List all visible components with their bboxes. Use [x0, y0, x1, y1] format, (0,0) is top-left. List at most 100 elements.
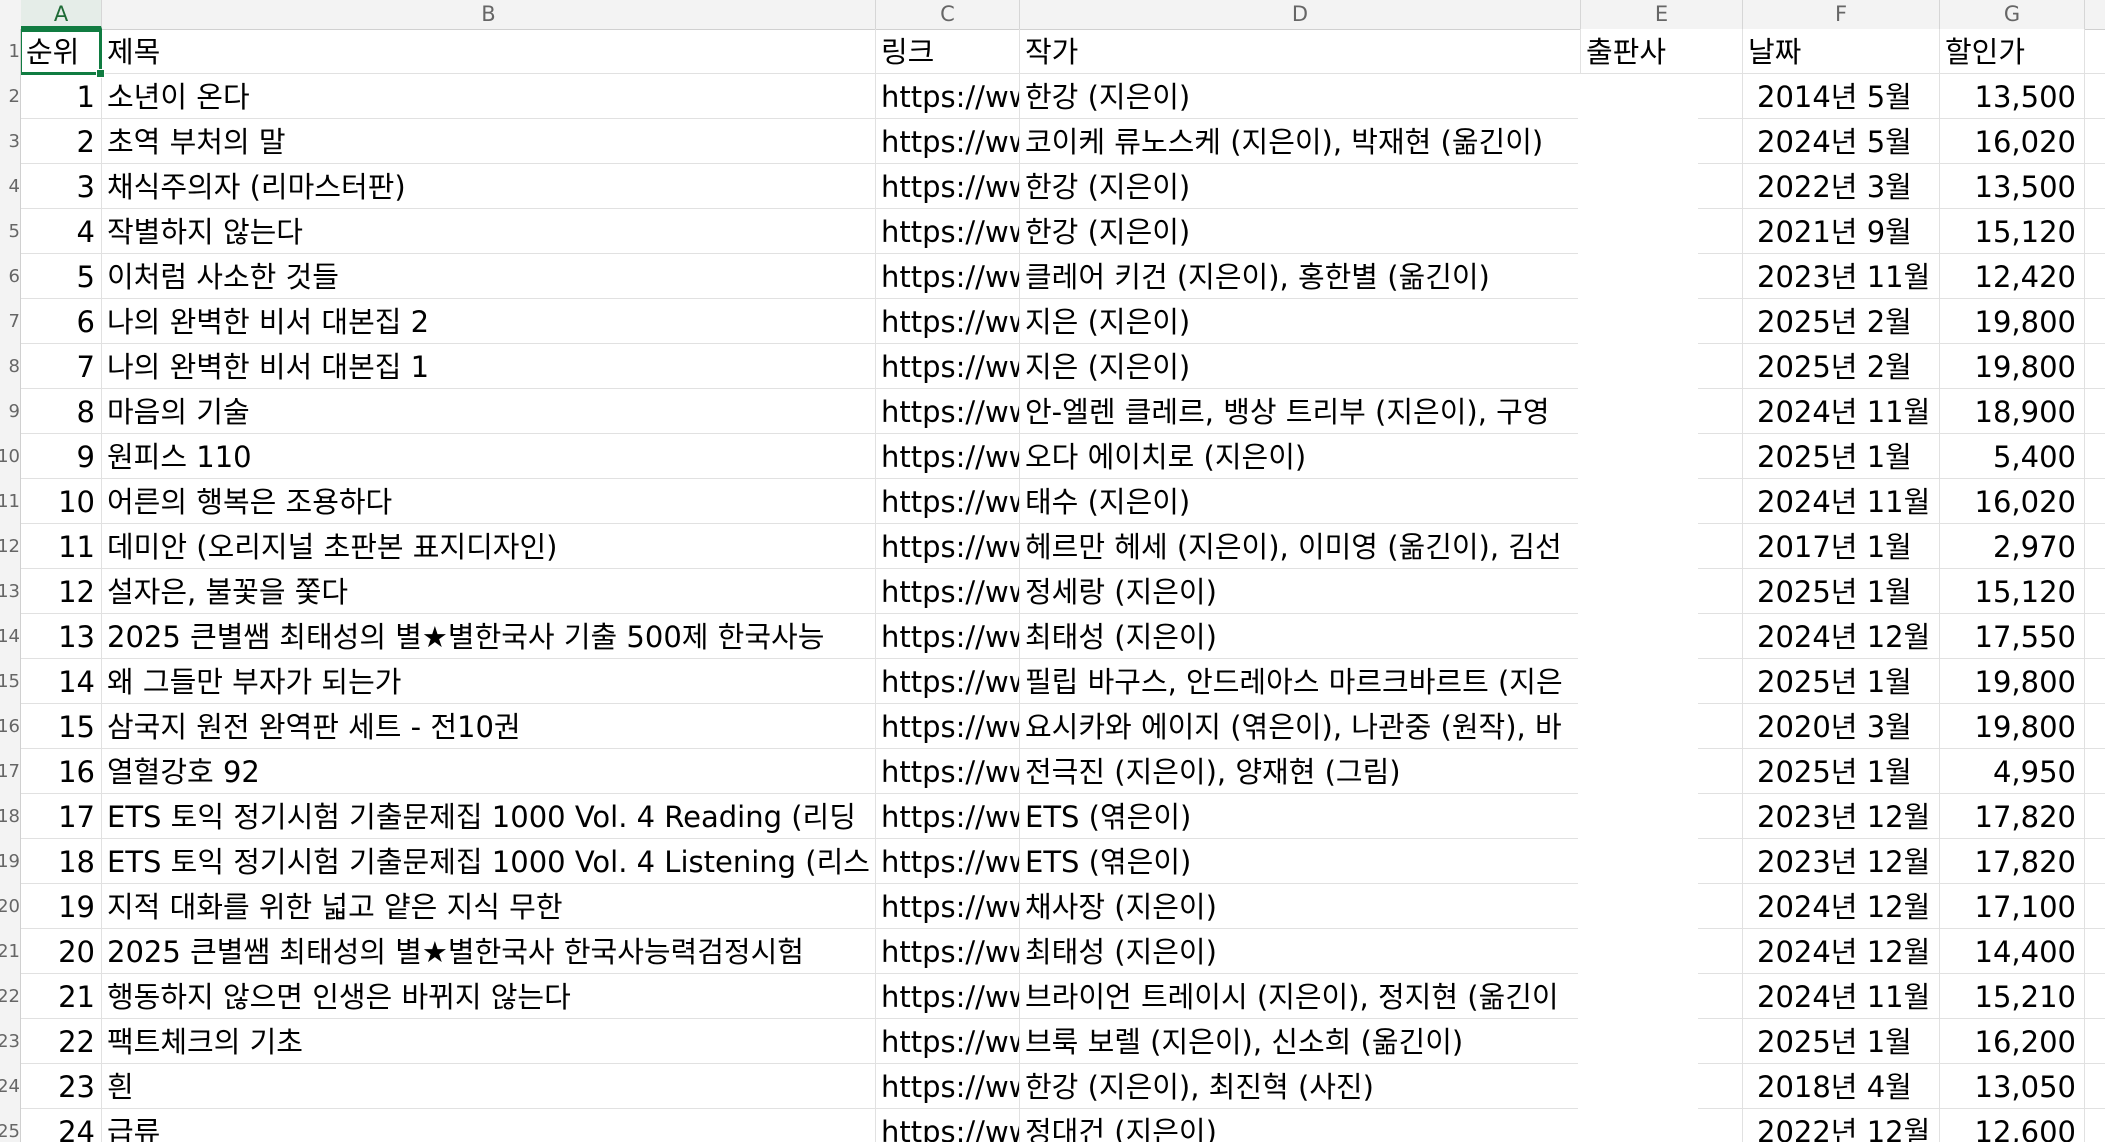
cell-empty[interactable]: [2085, 299, 2105, 343]
cell-date[interactable]: 2025년 2월: [1743, 344, 1940, 388]
cell-link[interactable]: https://ww: [876, 524, 1020, 568]
column-header-c[interactable]: C: [876, 0, 1020, 29]
column-header-e[interactable]: E: [1581, 0, 1743, 29]
cell-author[interactable]: 정대건 (지은이): [1020, 1109, 1581, 1142]
cell-rank[interactable]: 8: [21, 389, 102, 433]
row-number[interactable]: 10: [0, 446, 20, 467]
cell-date[interactable]: 2024년 12월: [1743, 614, 1940, 658]
cell-link[interactable]: https://ww: [876, 209, 1020, 253]
cell-author[interactable]: 코이케 류노스케 (지은이), 박재현 (옮긴이): [1020, 119, 1581, 163]
cell-empty[interactable]: [2085, 434, 2105, 478]
cell-date[interactable]: 2022년 12월: [1743, 1109, 1940, 1142]
cell-link[interactable]: https://ww: [876, 1019, 1020, 1063]
cell-rank[interactable]: 18: [21, 839, 102, 883]
cell-price[interactable]: 15,120: [1940, 209, 2085, 253]
cell-price[interactable]: 17,550: [1940, 614, 2085, 658]
cell-author[interactable]: 한강 (지은이): [1020, 209, 1581, 253]
cell-date[interactable]: 2017년 1월: [1743, 524, 1940, 568]
cell-link[interactable]: https://ww: [876, 974, 1020, 1018]
cell-title[interactable]: 설자은, 불꽃을 쫓다: [102, 569, 876, 613]
cell-empty[interactable]: [2085, 479, 2105, 523]
cell-date[interactable]: 2023년 12월: [1743, 839, 1940, 883]
cell-empty[interactable]: [2085, 839, 2105, 883]
cell-price[interactable]: 4,950: [1940, 749, 2085, 793]
row-number[interactable]: 2: [0, 86, 20, 107]
cell-date[interactable]: 2024년 11월: [1743, 389, 1940, 433]
cell-price[interactable]: 18,900: [1940, 389, 2085, 433]
cell-date[interactable]: 2023년 12월: [1743, 794, 1940, 838]
cell-author[interactable]: 필립 바구스, 안드레아스 마르크바르트 (지은: [1020, 659, 1581, 703]
cell-link[interactable]: https://ww: [876, 119, 1020, 163]
cell-title[interactable]: 마음의 기술: [102, 389, 876, 433]
cell-price[interactable]: 14,400: [1940, 929, 2085, 973]
cell-title[interactable]: 왜 그들만 부자가 되는가: [102, 659, 876, 703]
cell-price[interactable]: 15,210: [1940, 974, 2085, 1018]
row-number[interactable]: 6: [0, 266, 20, 287]
cell-price[interactable]: 19,800: [1940, 659, 2085, 703]
cell-price[interactable]: 5,400: [1940, 434, 2085, 478]
cell-publisher-header[interactable]: 출판사: [1581, 29, 1743, 73]
cell-price[interactable]: 17,100: [1940, 884, 2085, 928]
cell-title[interactable]: ETS 토익 정기시험 기출문제집 1000 Vol. 4 Reading (리…: [102, 794, 876, 838]
cell-price[interactable]: 13,500: [1940, 164, 2085, 208]
cell-empty[interactable]: [2085, 929, 2105, 973]
cell-price[interactable]: 17,820: [1940, 839, 2085, 883]
row-number[interactable]: 23: [0, 1031, 20, 1052]
cell-rank[interactable]: 13: [21, 614, 102, 658]
cell-title[interactable]: 삼국지 원전 완역판 세트 - 전10권: [102, 704, 876, 748]
cell-rank[interactable]: 15: [21, 704, 102, 748]
cell-title[interactable]: 나의 완벽한 비서 대본집 2: [102, 299, 876, 343]
cell-author[interactable]: 최태성 (지은이): [1020, 929, 1581, 973]
cell-title[interactable]: 2025 큰별쌤 최태성의 별★별한국사 한국사능력검정시험: [102, 929, 876, 973]
cell-author[interactable]: 한강 (지은이), 최진혁 (사진): [1020, 1064, 1581, 1108]
row-number[interactable]: 18: [0, 806, 20, 827]
cell-rank[interactable]: 11: [21, 524, 102, 568]
cell-rank[interactable]: 14: [21, 659, 102, 703]
cell-link[interactable]: https://ww: [876, 1064, 1020, 1108]
row-number[interactable]: 8: [0, 356, 20, 377]
cell-date[interactable]: 2023년 11월: [1743, 254, 1940, 298]
cell-link[interactable]: https://ww: [876, 704, 1020, 748]
cell-title[interactable]: 작별하지 않는다: [102, 209, 876, 253]
cell-price[interactable]: 2,970: [1940, 524, 2085, 568]
row-number[interactable]: 1: [0, 41, 20, 62]
row-number[interactable]: 12: [0, 536, 20, 557]
cell-rank[interactable]: 10: [21, 479, 102, 523]
cell-date[interactable]: 2018년 4월: [1743, 1064, 1940, 1108]
cell-price[interactable]: 19,800: [1940, 704, 2085, 748]
cell-title[interactable]: 데미안 (오리지널 초판본 표지디자인): [102, 524, 876, 568]
cell-date[interactable]: 2024년 11월: [1743, 974, 1940, 1018]
cell-link[interactable]: https://ww: [876, 389, 1020, 433]
cell-link[interactable]: https://ww: [876, 479, 1020, 523]
cell-rank[interactable]: 21: [21, 974, 102, 1018]
cell-author[interactable]: 요시카와 에이지 (엮은이), 나관중 (원작), 바: [1020, 704, 1581, 748]
cell-rank[interactable]: 23: [21, 1064, 102, 1108]
cell-author[interactable]: 채사장 (지은이): [1020, 884, 1581, 928]
cell-date[interactable]: 2024년 5월: [1743, 119, 1940, 163]
cell-link[interactable]: https://ww: [876, 794, 1020, 838]
cell-link[interactable]: https://ww: [876, 434, 1020, 478]
cell-author[interactable]: 지은 (지은이): [1020, 344, 1581, 388]
cell-author[interactable]: 최태성 (지은이): [1020, 614, 1581, 658]
cell-rank[interactable]: 6: [21, 299, 102, 343]
cell-price[interactable]: 13,500: [1940, 74, 2085, 118]
cell-price[interactable]: 16,200: [1940, 1019, 2085, 1063]
cell-empty[interactable]: [2085, 569, 2105, 613]
row-number[interactable]: 9: [0, 401, 20, 422]
cell-author[interactable]: 브라이언 트레이시 (지은이), 정지현 (옮긴이: [1020, 974, 1581, 1018]
cell-rank[interactable]: 1: [21, 74, 102, 118]
row-number[interactable]: 3: [0, 131, 20, 152]
cell-empty[interactable]: [2085, 1109, 2105, 1142]
cell-empty[interactable]: [2085, 119, 2105, 163]
cell-price[interactable]: 12,420: [1940, 254, 2085, 298]
cell-date[interactable]: 2025년 1월: [1743, 659, 1940, 703]
cell-empty[interactable]: [2085, 524, 2105, 568]
cell-title[interactable]: ETS 토익 정기시험 기출문제집 1000 Vol. 4 Listening …: [102, 839, 876, 883]
column-header-f[interactable]: F: [1743, 0, 1940, 29]
row-number[interactable]: 5: [0, 221, 20, 242]
cell-title[interactable]: 열혈강호 92: [102, 749, 876, 793]
row-number[interactable]: 13: [0, 581, 20, 602]
cell-empty[interactable]: [2085, 704, 2105, 748]
cell-link[interactable]: https://ww: [876, 254, 1020, 298]
cell-empty[interactable]: [2085, 164, 2105, 208]
